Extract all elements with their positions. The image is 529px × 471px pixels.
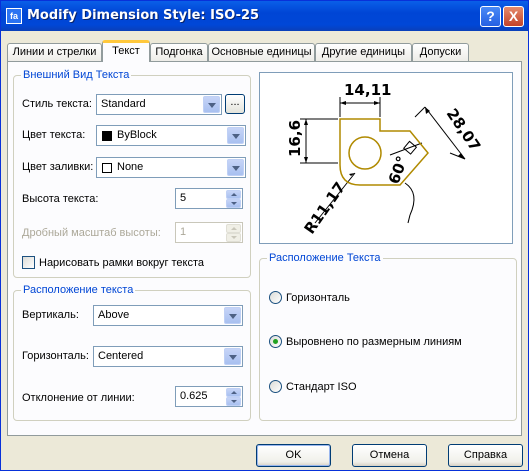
text-color-label: Цвет текста:: [22, 129, 86, 141]
text-frame-label: Нарисовать рамки вокруг текста: [39, 257, 205, 269]
dim-radius-text: R11,17: [301, 179, 350, 238]
align-horizontal-label: Горизонталь: [286, 292, 350, 304]
title-bar[interactable]: fa Modify Dimension Style: ISO-25 ? X: [1, 1, 528, 31]
chevron-down-icon[interactable]: [224, 307, 241, 324]
horizontal-select[interactable]: Centered: [93, 346, 243, 367]
offset-value: 0.625: [180, 390, 208, 402]
text-color-select[interactable]: ByBlock: [96, 125, 246, 146]
ok-button[interactable]: OK: [256, 444, 331, 467]
tab-fit[interactable]: Подгонка: [150, 43, 208, 62]
text-style-select[interactable]: Standard: [96, 94, 222, 115]
spin-down-icon[interactable]: [226, 397, 241, 406]
horizontal-value: Centered: [98, 350, 144, 362]
tab-alternate-units[interactable]: Другие единицы: [315, 43, 412, 62]
text-color-value: ByBlock: [117, 129, 157, 141]
text-placement-group: Расположение текста Вертикаль: Above Гор…: [13, 284, 251, 421]
close-button[interactable]: X: [503, 6, 524, 27]
text-height-value: 5: [180, 192, 187, 204]
tab-tolerances[interactable]: Допуски: [412, 43, 469, 62]
chevron-down-icon[interactable]: [203, 96, 220, 113]
window-title: Modify Dimension Style: ISO-25: [27, 8, 260, 23]
fraction-scale-input[interactable]: 1: [175, 222, 243, 243]
align-iso-standard-label: Стандарт ISO: [286, 381, 357, 393]
dim-angle-side-text: 28,07: [443, 105, 484, 154]
vertical-label: Вертикаль:: [22, 309, 79, 321]
color-swatch: [102, 131, 112, 141]
app-icon: fa: [6, 8, 22, 24]
text-height-input[interactable]: 5: [175, 188, 243, 209]
fill-color-select[interactable]: None: [96, 157, 246, 178]
tab-text[interactable]: Текст: [102, 40, 150, 62]
spin-up-icon[interactable]: [226, 388, 241, 397]
dim-left-text: 16,6: [286, 120, 304, 157]
fill-color-label: Цвет заливки:: [22, 161, 94, 173]
offset-label: Отклонение от линии:: [22, 392, 135, 404]
text-alignment-group: Расположение Текста Горизонталь Выровнен…: [259, 252, 517, 421]
fraction-scale-label: Дробный масштаб высоты:: [22, 227, 161, 239]
text-style-label: Стиль текста:: [22, 98, 92, 110]
chevron-down-icon[interactable]: [227, 159, 244, 176]
spin-down-icon[interactable]: [226, 199, 241, 208]
text-appearance-title: Внешний Вид Текста: [21, 69, 132, 81]
tab-panel: Внешний Вид Текста Стиль текста: Standar…: [7, 61, 522, 436]
text-height-label: Высота текста:: [22, 193, 99, 205]
tab-primary-units[interactable]: Основные единицы: [208, 43, 315, 62]
preview-pane: 14,11 16,6 28,07 60° R11,17: [259, 72, 513, 244]
text-appearance-group: Внешний Вид Текста Стиль текста: Standar…: [13, 69, 251, 278]
vertical-select[interactable]: Above: [93, 305, 243, 326]
align-horizontal-radio[interactable]: [269, 291, 282, 304]
text-frame-checkbox[interactable]: [22, 256, 35, 269]
fill-color-value: None: [117, 161, 144, 173]
tab-lines-arrows[interactable]: Линии и стрелки: [7, 43, 102, 62]
text-style-browse-button[interactable]: ...: [225, 94, 245, 114]
help-button[interactable]: Справка: [448, 444, 523, 467]
dim-angle-text: 60°: [385, 154, 412, 187]
align-with-dimension-line-radio[interactable]: [269, 335, 282, 348]
spin-up-icon[interactable]: [226, 224, 241, 233]
dialog-window: fa Modify Dimension Style: ISO-25 ? X Ли…: [0, 0, 529, 471]
dimension-preview-drawing: 14,11 16,6 28,07 60° R11,17: [286, 81, 484, 238]
chevron-down-icon[interactable]: [224, 348, 241, 365]
horizontal-label: Горизонталь:: [22, 350, 89, 362]
help-title-button[interactable]: ?: [480, 6, 501, 27]
chevron-down-icon[interactable]: [227, 127, 244, 144]
text-alignment-title: Расположение Текста: [267, 252, 383, 264]
fraction-scale-value: 1: [180, 226, 187, 238]
fill-swatch: [102, 163, 112, 173]
cancel-button[interactable]: Отмена: [352, 444, 427, 467]
spin-down-icon[interactable]: [226, 233, 241, 242]
spin-up-icon[interactable]: [226, 190, 241, 199]
offset-input[interactable]: 0.625: [175, 386, 243, 407]
align-with-dimension-line-label: Выровнено по размерным линиям: [286, 336, 462, 348]
text-placement-title: Расположение текста: [21, 284, 136, 296]
align-iso-standard-radio[interactable]: [269, 380, 282, 393]
dim-top-text: 14,11: [344, 81, 391, 99]
text-style-value: Standard: [101, 98, 146, 110]
vertical-value: Above: [98, 309, 130, 321]
